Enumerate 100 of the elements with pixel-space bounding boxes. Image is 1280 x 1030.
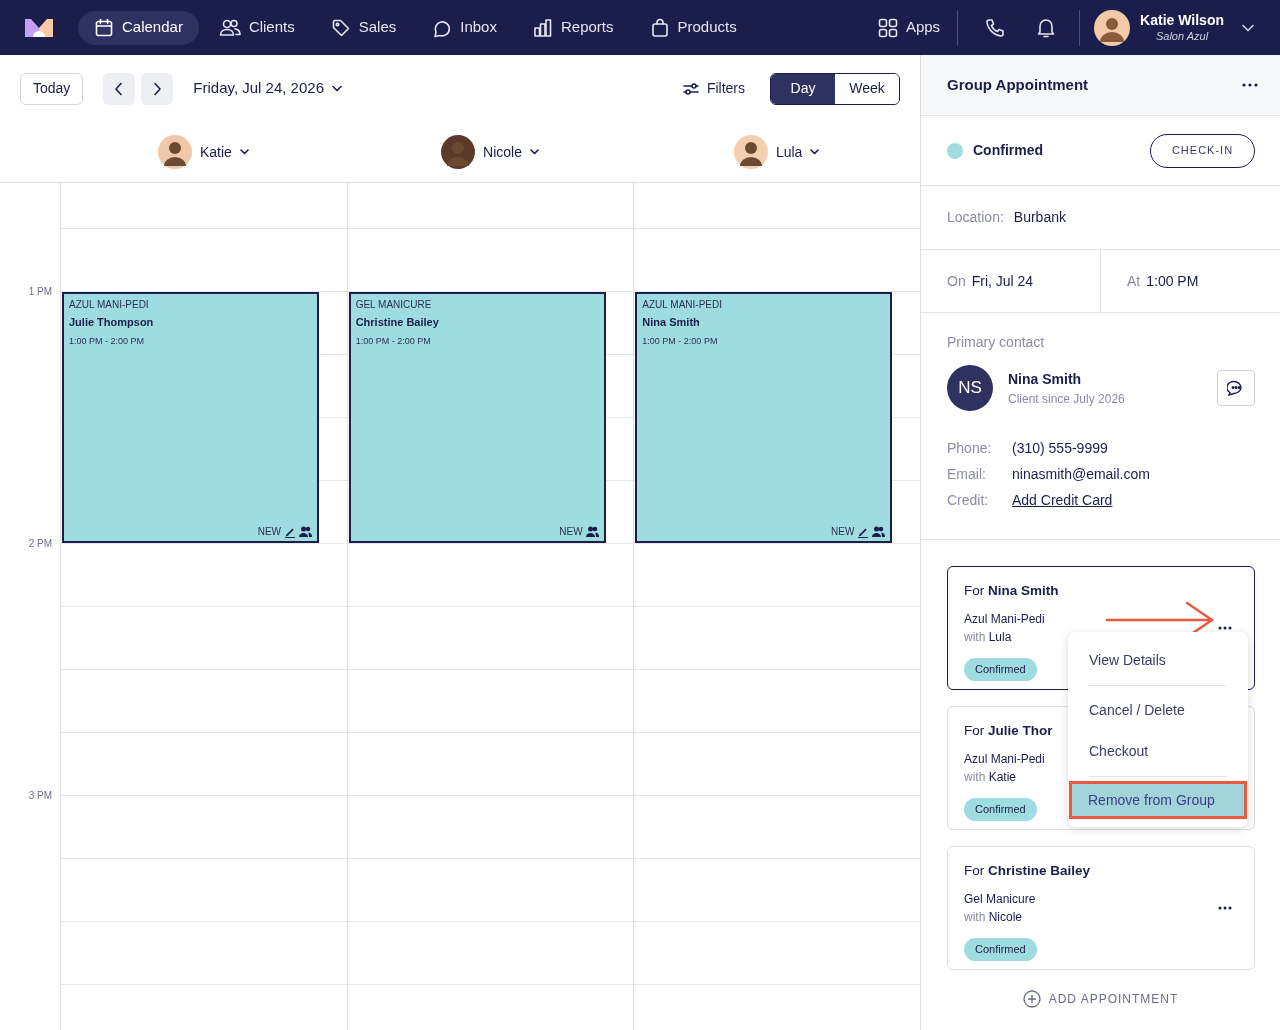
new-label: NEW: [257, 525, 281, 539]
avatar-icon: [157, 135, 192, 169]
status-badge: Confirmed: [964, 938, 1037, 961]
status-badge: Confirmed: [964, 658, 1037, 681]
today-button[interactable]: Today: [20, 72, 84, 105]
message-button[interactable]: [1217, 370, 1255, 406]
bar-chart-icon: [532, 17, 553, 38]
service-name: AZUL MANI-PEDI: [642, 298, 723, 312]
field-label: Credit:: [947, 491, 990, 510]
more-icon[interactable]: [1218, 906, 1232, 910]
time-range: 1:00 PM - 2:00 PM: [69, 335, 146, 348]
menu-item[interactable]: Checkout: [1068, 731, 1248, 772]
service-name: AZUL MANI-PEDI: [69, 298, 150, 312]
staff-selector[interactable]: Nicole: [441, 135, 539, 169]
chevron-down-icon: [239, 149, 249, 155]
calendar-icon: [94, 17, 114, 38]
staff-line: with Nicole: [964, 909, 1023, 927]
user-menu[interactable]: Katie Wilson Salon Azul: [1094, 9, 1254, 46]
field-label: Email:: [947, 465, 987, 484]
chevron-down-icon: [810, 149, 820, 155]
nav-tab[interactable]: Products: [633, 10, 753, 45]
card-title: For Julie Thor: [964, 722, 1053, 740]
staff-selector[interactable]: Lula: [733, 135, 820, 169]
staff-line: with Katie: [964, 769, 1017, 787]
menu-item[interactable]: Cancel / Delete: [1068, 690, 1248, 731]
chat-icon: [1227, 380, 1245, 396]
menu-item[interactable]: View Details: [1068, 640, 1248, 681]
service-name: Gel Manicure: [964, 891, 1036, 909]
location-label: Location:: [947, 208, 1004, 227]
tag-icon: [330, 17, 351, 38]
nav-tab[interactable]: Inbox: [416, 10, 513, 45]
staff-selector[interactable]: Katie: [157, 135, 249, 169]
time-label: 3 PM: [28, 790, 52, 802]
time-label: 1 PM: [28, 286, 52, 298]
field-label: Phone:: [947, 439, 993, 458]
appointment-card[interactable]: GEL MANICURE Christine Bailey 1:00 PM - 2:00 PM NEW: [348, 292, 606, 543]
client-name: Christine Bailey: [355, 315, 440, 330]
chevron-left-icon: [114, 81, 125, 96]
new-label: NEW: [831, 525, 855, 539]
avatar-icon: [441, 135, 476, 169]
nav-tab[interactable]: Sales: [314, 10, 413, 45]
grid-icon: [877, 17, 898, 38]
new-label: NEW: [559, 525, 583, 539]
appointment-card[interactable]: AZUL MANI-PEDI Julie Thompson 1:00 PM - 2:00 PM NEW: [62, 292, 319, 543]
time-range: 1:00 PM - 2:00 PM: [355, 335, 432, 348]
user-name: Katie Wilson: [1140, 11, 1224, 28]
nav-tab[interactable]: Reports: [516, 10, 630, 45]
service-name: Azul Mani-Pedi: [964, 611, 1045, 629]
phone-icon[interactable]: [985, 17, 1006, 38]
time-label: At: [1127, 271, 1141, 291]
time-label: 2 PM: [28, 538, 52, 550]
group-icon: [585, 526, 599, 537]
client-name: Julie Thompson: [69, 315, 155, 330]
nav-tab[interactable]: Clients: [202, 10, 311, 45]
panel-title: Group Appointment: [947, 74, 1089, 95]
section-label: Primary contact: [947, 333, 1046, 352]
appointment-card[interactable]: For Christine Bailey Gel Manicure with Nicole Confirmed: [947, 846, 1255, 970]
chevron-down-icon: [332, 85, 342, 92]
status-badge: Confirmed: [964, 798, 1037, 821]
initials-avatar: NS: [947, 365, 993, 411]
view-tab[interactable]: Day: [771, 73, 835, 104]
avatar-icon: [733, 135, 768, 169]
contact-name: Nina Smith: [1008, 369, 1083, 389]
add-appointment-button[interactable]: ADD APPOINTMENT: [1022, 990, 1179, 1008]
date-label: On: [947, 271, 966, 291]
apps-button[interactable]: Apps: [877, 16, 941, 39]
group-icon: [299, 526, 312, 537]
more-icon[interactable]: [1242, 83, 1258, 87]
chevron-down-icon: [529, 149, 539, 155]
chevron-right-icon: [152, 81, 163, 96]
avatar-icon: [1094, 9, 1131, 46]
time-range: 1:00 PM - 2:00 PM: [642, 335, 719, 348]
field-value: (310) 555-9999: [1012, 439, 1108, 458]
chevron-down-icon: [1242, 23, 1254, 32]
shopping-bag-icon: [649, 17, 670, 38]
people-icon: [218, 17, 241, 38]
logo-icon[interactable]: [25, 18, 53, 37]
location-value: Burbank: [1013, 208, 1066, 227]
nav-tab[interactable]: Calendar: [78, 10, 199, 45]
staff-line: with Lula: [964, 629, 1012, 647]
client-since: Client since July 2026: [1008, 390, 1126, 408]
time-value: 1:00 PM: [1146, 271, 1199, 291]
card-title: For Christine Bailey: [964, 862, 1091, 880]
more-icon[interactable]: [1218, 626, 1232, 630]
card-title: For Nina Smith: [964, 582, 1059, 600]
sliders-icon: [682, 81, 699, 96]
previous-button[interactable]: [103, 72, 136, 105]
service-name: Azul Mani-Pedi: [964, 751, 1045, 769]
menu-item[interactable]: Remove from Group: [1069, 781, 1247, 819]
add-credit-card-link[interactable]: Add Credit Card: [1012, 487, 1113, 513]
date-value: Fri, Jul 24: [971, 271, 1034, 291]
next-button[interactable]: [141, 72, 174, 105]
plus-icon: [1022, 990, 1041, 1008]
group-icon: [872, 526, 886, 537]
filters-button[interactable]: Filters: [682, 78, 745, 99]
appointment-card[interactable]: AZUL MANI-PEDI Nina Smith 1:00 PM - 2:00 PM NEW: [635, 292, 893, 543]
bell-icon[interactable]: [1037, 17, 1056, 38]
client-name: Nina Smith: [642, 315, 701, 330]
status-label: Confirmed: [973, 141, 1044, 160]
date-picker[interactable]: Friday, Jul 24, 2026: [193, 77, 342, 100]
